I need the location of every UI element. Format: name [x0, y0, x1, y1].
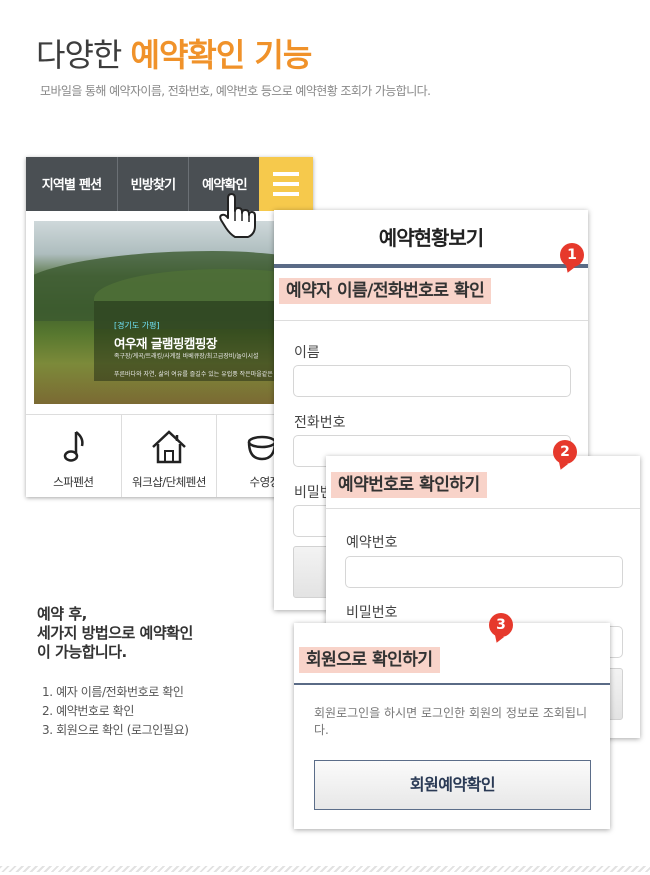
member-reservation-button[interactable]: 회원예약확인	[314, 760, 591, 810]
page-title: 다양한 예약확인 기능	[36, 30, 313, 76]
nav-region-pension[interactable]: 지역별 펜션	[26, 157, 118, 211]
badge-3: 3	[489, 613, 513, 637]
step-item: 1. 예자 이름/전화번호로 확인	[42, 685, 184, 699]
hero-region: [경기도 가평]	[114, 321, 160, 330]
tile-spa-pension[interactable]: 스파펜션	[26, 415, 122, 497]
step-item: 2. 예약번호로 확인	[42, 704, 134, 718]
category-tiles: 스파펜션 워크샵/단체펜션 수영장	[26, 414, 313, 497]
tile-label: 스파펜션	[53, 475, 94, 489]
number-label: 예약번호	[346, 535, 398, 551]
panel-member-check: 회원으로 확인하기 회원로그인을 하시면 로그인한 회원의 정보로 조회됩니다.…	[294, 623, 610, 829]
name-input[interactable]	[293, 365, 571, 397]
footer-divider	[0, 866, 650, 872]
section-name-phone: 예약자 이름/전화번호로 확인	[279, 278, 492, 304]
house-icon	[151, 430, 186, 464]
step-item: 3. 회원으로 확인 (로그인필요)	[42, 723, 189, 737]
hero-desc-1: 족구장/계곡/트래킹/사계절 바베큐장/최고급장비/놀이시설	[114, 353, 259, 360]
title-highlight: 예약확인 기능	[130, 36, 313, 74]
phone-mockup: 지역별 펜션 빈방찾기 예약확인 [경기도 가평] 여우재 글램핑캠핑장 족구장…	[26, 157, 313, 497]
member-description: 회원로그인을 하시면 로그인한 회원의 정보로 조회됩니다.	[314, 706, 587, 737]
hero-banner[interactable]: [경기도 가평] 여우재 글램핑캠핑장 족구장/계곡/트래킹/사계절 바베큐장/…	[34, 221, 305, 404]
music-note-icon	[63, 431, 84, 462]
menu-button[interactable]	[259, 157, 313, 211]
steps-list: 1. 예자 이름/전화번호로 확인 2. 예약번호로 확인 3. 회원으로 확인…	[42, 683, 189, 740]
hero-title: 여우재 글램핑캠핑장	[114, 336, 217, 351]
password-label-2: 비밀번호	[346, 605, 398, 621]
reservation-number-input[interactable]	[345, 556, 623, 588]
badge-1: 1	[560, 243, 584, 267]
summary-line: 세가지 방법으로 예약확인	[37, 624, 193, 642]
section-reservation-number: 예약번호로 확인하기	[331, 472, 487, 498]
summary-line: 예약 후,	[37, 605, 87, 623]
phone-label: 전화번호	[294, 415, 346, 431]
summary-text: 예약 후, 세가지 방법으로 예약확인 이 가능합니다.	[37, 605, 193, 662]
hand-pointer-icon	[219, 193, 256, 238]
title-plain: 다양한	[36, 36, 131, 74]
summary-line: 이 가능합니다.	[37, 643, 127, 661]
tile-label: 워크샵/단체펜션	[132, 475, 206, 489]
section-member: 회원으로 확인하기	[299, 647, 440, 673]
panel-title: 예약현황보기	[274, 210, 588, 268]
badge-2: 2	[553, 440, 577, 464]
name-label: 이름	[294, 345, 320, 361]
hero-desc-2: 푸른바다와 자연, 삶의 여유를 즐길수 있는 유럽풍 작은마을같은 펜션	[114, 371, 286, 378]
page-subtitle: 모바일을 통해 예약자이름, 전화번호, 예약번호 등으로 예약현황 조회가 가…	[40, 84, 431, 98]
tile-workshop[interactable]: 워크샵/단체펜션	[122, 415, 218, 497]
nav-find-room[interactable]: 빈방찾기	[118, 157, 189, 211]
